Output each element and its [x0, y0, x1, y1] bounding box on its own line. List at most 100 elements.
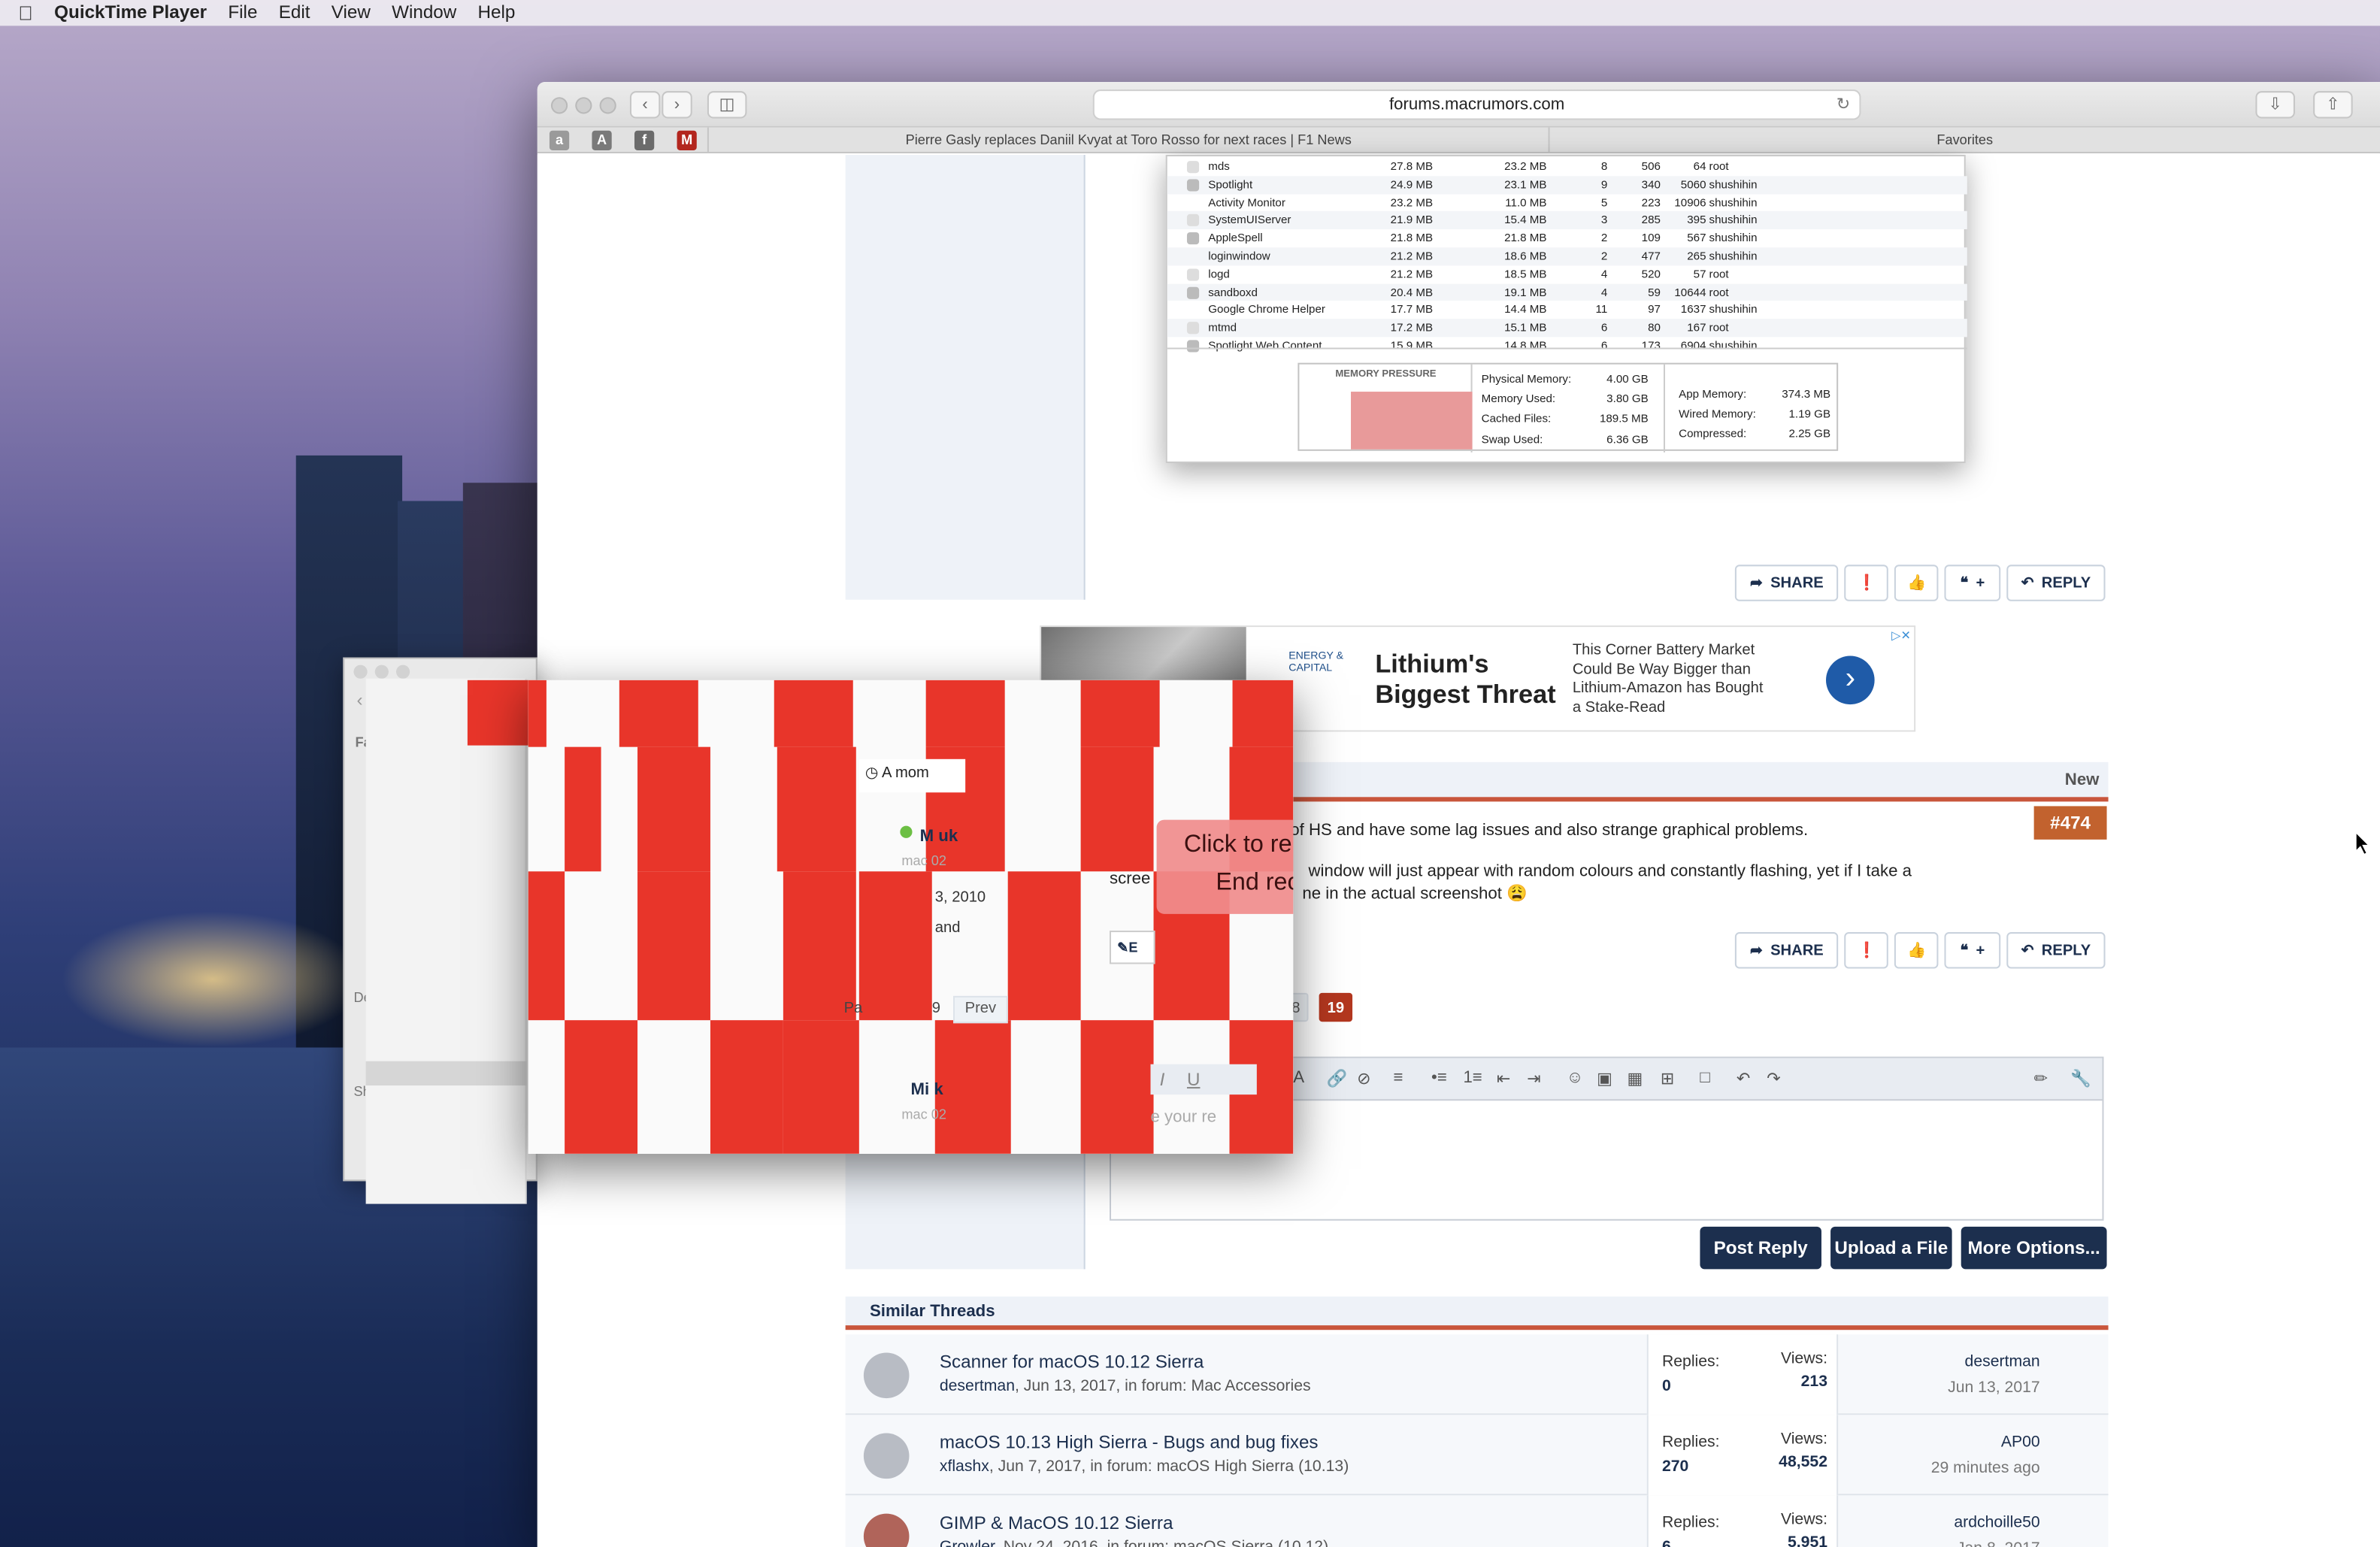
reply-author-fragment: Mi k — [910, 1080, 943, 1100]
bookmark-facebook-icon[interactable]: f — [634, 130, 655, 150]
last-post-user[interactable]: desertman — [1948, 1352, 2040, 1370]
finder-selected-item[interactable] — [365, 1061, 527, 1086]
forward-button[interactable]: › — [662, 91, 692, 119]
last-post-user[interactable]: ardchoille50 — [1954, 1514, 2039, 1532]
thread-row[interactable]: GIMP & MacOS 10.12 Sierra Growler, Nov 24… — [845, 1495, 2109, 1547]
save-icon[interactable]: □ — [1700, 1069, 1709, 1087]
avatar[interactable] — [863, 1352, 910, 1399]
thread-author[interactable]: xflashx — [940, 1458, 989, 1476]
ad-arrow-button[interactable]: › — [1826, 655, 1875, 705]
process-row[interactable]: Spotlight 24.9 MB 23.1 MB 9 340 5060 shushihin — [1167, 175, 1967, 194]
like-button[interactable]: 👍 — [1894, 932, 1939, 969]
unlink-icon[interactable]: ⊘ — [1357, 1069, 1371, 1088]
share-button[interactable]: ➦ SHARE — [1734, 565, 1839, 601]
image-icon[interactable]: ▣ — [1597, 1069, 1612, 1088]
app-name-menu[interactable]: QuickTime Player — [54, 0, 207, 26]
link-icon[interactable]: 🔗 — [1327, 1069, 1348, 1088]
thread-title[interactable]: GIMP & MacOS 10.12 Sierra — [940, 1512, 1173, 1533]
reload-icon[interactable]: ↻ — [1836, 91, 1851, 118]
zoom-button[interactable] — [395, 665, 410, 679]
more-options-button[interactable]: More Options... — [1961, 1226, 2107, 1270]
apple-icon[interactable]:  — [18, 0, 33, 26]
process-row[interactable]: mtmd 17.2 MB 15.1 MB 6 80 167 root — [1167, 319, 1967, 338]
process-row[interactable]: Spotlight Web Content 15.9 MB 14.8 MB 6 173 6… — [1167, 337, 1967, 355]
eraser-icon[interactable]: ✏ — [2034, 1069, 2048, 1088]
report-button[interactable]: ❗ — [1845, 565, 1889, 601]
tab-favorites[interactable]: Favorites — [1550, 128, 2380, 153]
process-row[interactable]: AppleSpell 21.8 MB 21.8 MB 2 109 567 shushihin — [1167, 229, 1967, 247]
media-icon[interactable]: ▦ — [1628, 1069, 1643, 1088]
thumbs-up-icon: 👍 — [1907, 574, 1927, 592]
process-row[interactable]: logd 21.2 MB 18.5 MB 4 520 57 root — [1167, 265, 1967, 283]
bookmark-a-icon[interactable]: A — [592, 130, 612, 150]
glitch-red-block — [783, 871, 856, 1021]
underline-icon[interactable]: U — [1187, 1069, 1201, 1090]
outdent-icon[interactable]: ⇤ — [1497, 1069, 1511, 1088]
process-row[interactable]: loginwindow 21.2 MB 18.6 MB 2 477 265 shushihi… — [1167, 247, 1967, 266]
chevron-left-icon[interactable]: ‹ — [356, 689, 362, 710]
menu-help[interactable]: Help — [478, 0, 516, 26]
wrench-icon[interactable]: 🔧 — [2070, 1069, 2091, 1088]
menu-edit[interactable]: Edit — [279, 0, 310, 26]
sidebar-toggle-button[interactable]: ◫ — [707, 91, 747, 119]
menu-file[interactable]: File — [228, 0, 257, 26]
process-row[interactable]: mds 27.8 MB 23.2 MB 8 506 64 root — [1167, 158, 1967, 176]
insert-icon[interactable]: ⊞ — [1661, 1069, 1675, 1088]
adchoices-icon[interactable]: ▷✕ — [1891, 628, 1911, 642]
thread-row[interactable]: Scanner for macOS 10.12 Sierra desertman,… — [845, 1334, 2109, 1415]
tab-active[interactable]: Pierre Gasly replaces Daniil Kvyat at To… — [707, 127, 1550, 153]
last-post-user[interactable]: AP00 — [1931, 1433, 2040, 1452]
process-row[interactable]: Activity Monitor 23.2 MB 11.0 MB 5 223 10906 s… — [1167, 194, 1967, 212]
last-post-time: Jun 13, 2017 — [1948, 1378, 2040, 1397]
process-row[interactable]: Google Chrome Helper 17.7 MB 14.4 MB 11 97 16… — [1167, 301, 1967, 319]
multiquote-button[interactable]: ❝ + — [1945, 565, 2000, 601]
reply-button[interactable]: ↶ REPLY — [2006, 565, 2106, 601]
post-reply-button[interactable]: Post Reply — [1700, 1226, 1821, 1270]
redo-icon[interactable]: ↷ — [1767, 1069, 1781, 1088]
upload-file-button[interactable]: Upload a File — [1830, 1226, 1952, 1270]
edit-button[interactable]: ✎E — [1109, 931, 1155, 964]
page-19-current[interactable]: 19 — [1319, 992, 1353, 1022]
avatar[interactable] — [863, 1433, 910, 1479]
thread-row[interactable]: macOS 10.13 High Sierra - Bugs and bug f… — [845, 1415, 2109, 1496]
align-icon[interactable]: ≡ — [1394, 1069, 1403, 1087]
numbered-list-icon[interactable]: 1≡ — [1463, 1069, 1482, 1087]
thread-title[interactable]: Scanner for macOS 10.12 Sierra — [940, 1351, 1204, 1372]
undo-icon[interactable]: ↶ — [1737, 1069, 1751, 1088]
post-number[interactable]: #474 — [2033, 806, 2107, 840]
thread-author[interactable]: desertman — [940, 1377, 1015, 1395]
process-user: root — [1709, 284, 1729, 299]
bookmark-amazon-icon[interactable]: a — [549, 130, 570, 150]
report-button[interactable]: ❗ — [1845, 932, 1889, 969]
share-toolbar-button[interactable]: ⇧ — [2313, 91, 2353, 119]
process-row[interactable]: sandboxd 20.4 MB 19.1 MB 4 59 10644 root — [1167, 283, 1967, 301]
share-button[interactable]: ➦ SHARE — [1734, 932, 1839, 969]
close-button[interactable] — [550, 97, 568, 114]
like-button[interactable]: 👍 — [1894, 565, 1939, 601]
bullet-list-icon[interactable]: •≡ — [1431, 1069, 1447, 1087]
smiley-icon[interactable]: ☺ — [1567, 1069, 1584, 1087]
font-color-icon[interactable]: A — [1293, 1069, 1304, 1087]
thread-author[interactable]: Growler — [940, 1538, 995, 1547]
process-row[interactable]: SystemUIServer 21.9 MB 15.4 MB 3 285 395 shush… — [1167, 211, 1967, 230]
back-button[interactable]: ‹ — [629, 91, 661, 119]
glitch-red-block — [637, 871, 710, 1021]
indent-icon[interactable]: ⇥ — [1527, 1069, 1541, 1088]
menu-window[interactable]: Window — [392, 0, 456, 26]
thread-title[interactable]: macOS 10.13 High Sierra - Bugs and bug f… — [940, 1432, 1319, 1453]
post-author-fragment[interactable]: M uk — [920, 828, 958, 846]
prev-page-button[interactable]: Prev — [953, 995, 1008, 1024]
address-bar[interactable]: forums.macrumors.com ↻ — [1092, 89, 1861, 120]
screen-recording-overlay[interactable]: Click to re End rec — [1156, 819, 1294, 914]
menu-view[interactable]: View — [332, 0, 371, 26]
italic-icon[interactable]: I — [1160, 1069, 1165, 1090]
avatar[interactable] — [863, 1513, 910, 1547]
zoom-button[interactable] — [599, 97, 616, 114]
multiquote-button[interactable]: ❝ + — [1945, 932, 2000, 969]
minimize-button[interactable] — [575, 97, 592, 114]
downloads-button[interactable]: ⇩ — [2255, 91, 2295, 119]
reply-button[interactable]: ↶ REPLY — [2006, 932, 2106, 969]
minimize-button[interactable] — [374, 665, 389, 679]
close-button[interactable] — [353, 665, 368, 679]
bookmark-macrumors-icon[interactable]: M — [677, 130, 697, 150]
